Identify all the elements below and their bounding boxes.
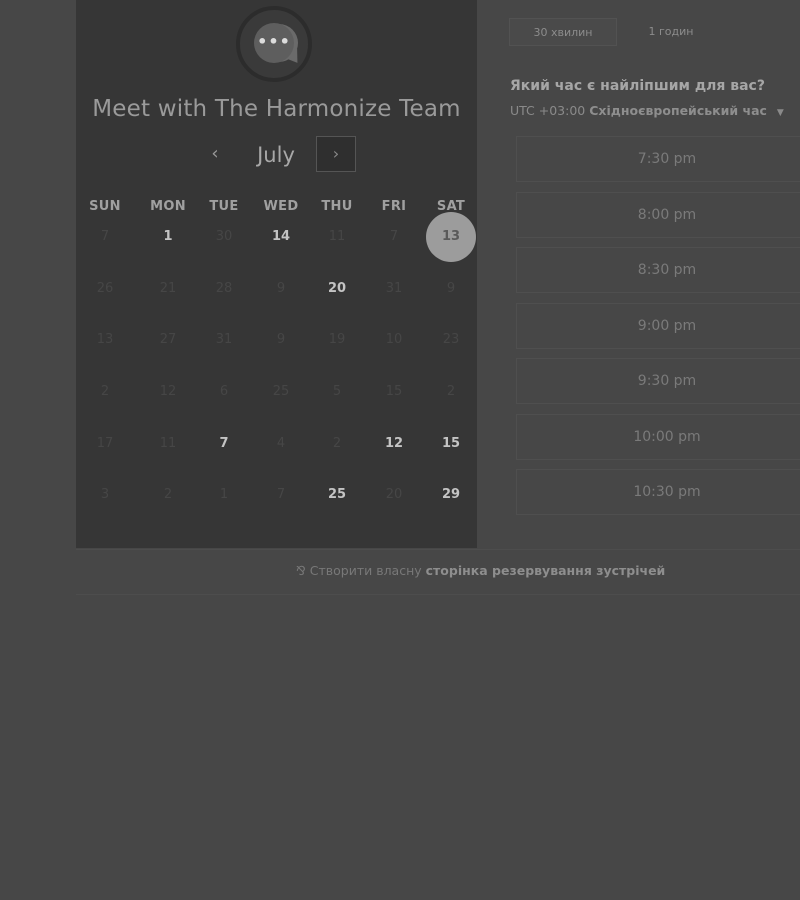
calendar-day: 2 [446, 384, 456, 399]
sprocket-icon: ⅋ [296, 563, 306, 578]
calendar-day: 11 [159, 436, 177, 451]
calendar-day: 2 [332, 436, 342, 451]
timezone-selector[interactable]: UTC +03:00 Східноєвропейський час ▼ [510, 103, 784, 118]
calendar-day: 10 [385, 332, 403, 347]
calendar-day: 2 [100, 384, 110, 399]
weekday-tue: TUE [209, 199, 239, 214]
timezone-offset: UTC +03:00 [510, 103, 586, 118]
calendar-day[interactable]: 20 [315, 274, 359, 304]
calendar-day: 28 [215, 281, 233, 296]
calendar-day: 1 [219, 487, 229, 502]
time-slot-button[interactable]: 10:00 pm [516, 414, 800, 460]
month-label: July [257, 143, 295, 167]
calendar-day: 2 [163, 487, 173, 502]
calendar-day: 7 [276, 487, 286, 502]
calendar-day[interactable]: 1 [146, 222, 190, 252]
chat-bubble-icon: ••• [254, 23, 294, 63]
time-slot-button[interactable]: 9:30 pm [516, 358, 800, 404]
weekday-wed: WED [263, 199, 299, 214]
calendar-day: 6 [219, 384, 229, 399]
duration-tab[interactable]: 1 годин [617, 18, 725, 46]
time-slot-button[interactable]: 9:00 pm [516, 303, 800, 349]
calendar-day: 13 [96, 332, 114, 347]
calendar-day[interactable]: 29 [429, 480, 473, 510]
next-month-button[interactable]: › [316, 136, 356, 172]
calendar-day: 4 [276, 436, 286, 451]
calendar-day: 31 [385, 281, 403, 296]
calendar-day: 7 [100, 229, 110, 244]
calendar-day[interactable]: 25 [315, 480, 359, 510]
calendar-day[interactable]: 7 [202, 429, 246, 459]
calendar-day[interactable]: 14 [259, 222, 303, 252]
calendar-day: 25 [272, 384, 290, 399]
weekday-thu: THU [321, 199, 353, 214]
weekday-sun: SUN [89, 199, 121, 214]
calendar-day: 27 [159, 332, 177, 347]
calendar-day[interactable]: 12 [372, 429, 416, 459]
calendar-day[interactable]: 15 [429, 429, 473, 459]
time-slot-button[interactable]: 7:30 pm [516, 136, 800, 182]
calendar-day: 21 [159, 281, 177, 296]
team-avatar: ••• [236, 6, 312, 82]
prev-month-button[interactable]: ‹ [202, 138, 228, 170]
calendar-day: 3 [100, 487, 110, 502]
calendar-day: 5 [332, 384, 342, 399]
calendar-day: 26 [96, 281, 114, 296]
footer-link[interactable]: ⅋ Створити власну сторінка резервування … [296, 563, 665, 578]
calendar-day: 7 [389, 229, 399, 244]
footer-text-bold: сторінка резервування зустрічей [425, 563, 666, 578]
calendar-day: 9 [446, 281, 456, 296]
time-prompt: Який час є найліпшим для вас? [510, 78, 765, 94]
weekday-fri: FRI [381, 199, 407, 214]
calendar-day: 17 [96, 436, 114, 451]
calendar-day: 9 [276, 332, 286, 347]
weekday-mon: MON [150, 199, 186, 214]
calendar-day: 23 [442, 332, 460, 347]
calendar-day: 20 [385, 487, 403, 502]
footer-text-plain: Створити власну [309, 563, 422, 578]
calendar-day: 19 [328, 332, 346, 347]
time-slot-button[interactable]: 8:30 pm [516, 247, 800, 293]
calendar-day: 11 [328, 229, 346, 244]
timezone-name: Східноєвропейський час [589, 103, 767, 118]
calendar-day: 31 [215, 332, 233, 347]
calendar-day: 9 [276, 281, 286, 296]
selected-day[interactable]: 13 [426, 212, 476, 262]
calendar-day: 30 [215, 229, 233, 244]
time-slot-button[interactable]: 8:00 pm [516, 192, 800, 238]
caret-down-icon: ▼ [776, 108, 784, 118]
page-title: Meet with The Harmonize Team [92, 96, 461, 122]
calendar-day: 12 [159, 384, 177, 399]
time-slot-button[interactable]: 10:30 pm [516, 469, 800, 515]
calendar-day: 15 [385, 384, 403, 399]
duration-tab[interactable]: 30 хвилин [509, 18, 617, 46]
